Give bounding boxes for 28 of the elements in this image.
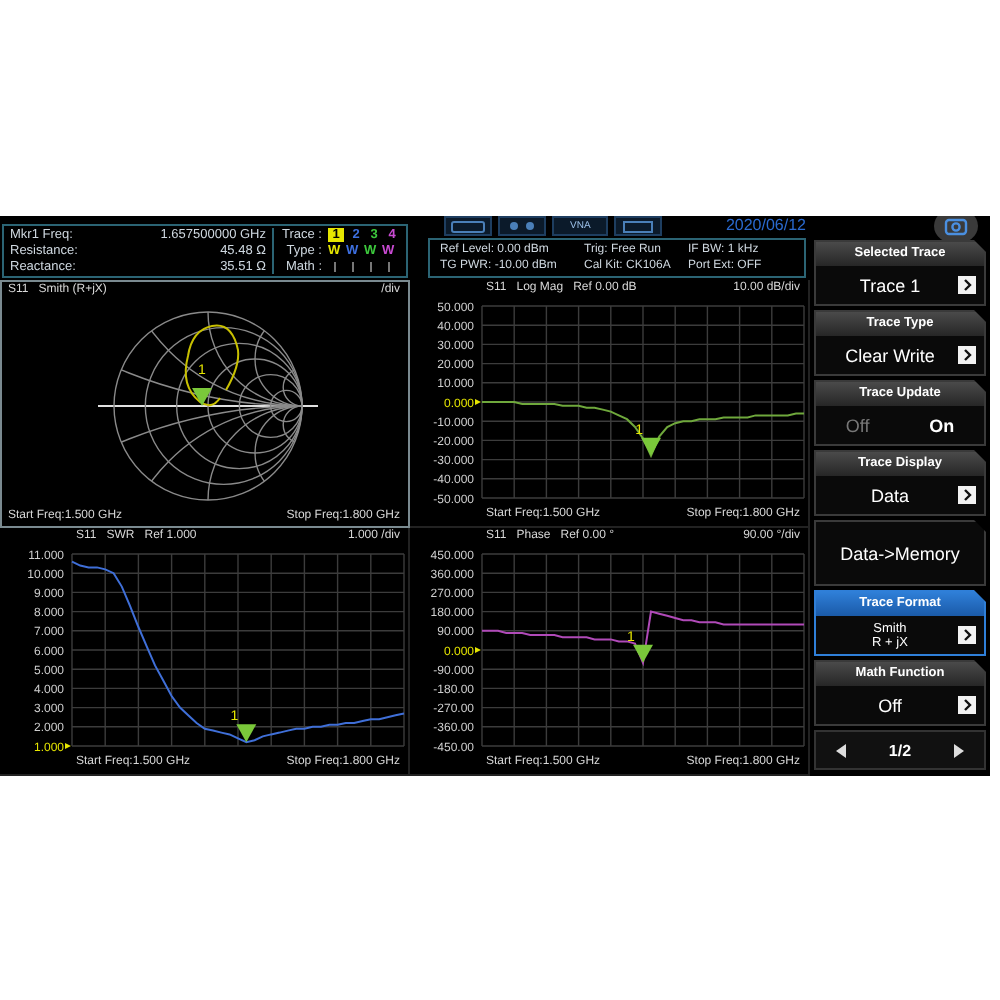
camera-icon: [944, 216, 968, 236]
marker-icon[interactable]: [192, 388, 212, 406]
math-off-mark: [369, 261, 371, 272]
trace-line: [184, 324, 240, 407]
toggle-option[interactable]: On: [929, 415, 955, 435]
marker-icon[interactable]: [641, 437, 662, 456]
tab-icon[interactable]: [614, 216, 663, 236]
softkey-button[interactable]: Data->Memory: [814, 520, 986, 586]
math-off-mark: [351, 261, 353, 272]
toggle-option[interactable]: Off: [845, 415, 870, 435]
chevron-icon: [958, 346, 976, 364]
math-off-mark: [333, 261, 335, 272]
date-text: 2020/06/12: [725, 216, 808, 236]
tab-icon[interactable]: [498, 216, 546, 236]
page-indicator: 1/2: [888, 741, 912, 759]
chevron-icon: [958, 486, 976, 504]
reference-marker-icon: [475, 399, 481, 405]
marker-icon[interactable]: [236, 724, 257, 743]
marker-icon[interactable]: [633, 644, 653, 663]
tab-icon[interactable]: [444, 216, 492, 236]
next-page-button[interactable]: [953, 743, 963, 757]
chevron-icon: [958, 276, 976, 294]
chevron-icon: [958, 626, 976, 644]
math-off-mark: [387, 261, 389, 272]
reference-marker-icon: [65, 743, 71, 749]
reference-marker-icon: [475, 647, 481, 653]
previous-page-button[interactable]: [836, 743, 847, 757]
chevron-icon: [958, 696, 976, 714]
